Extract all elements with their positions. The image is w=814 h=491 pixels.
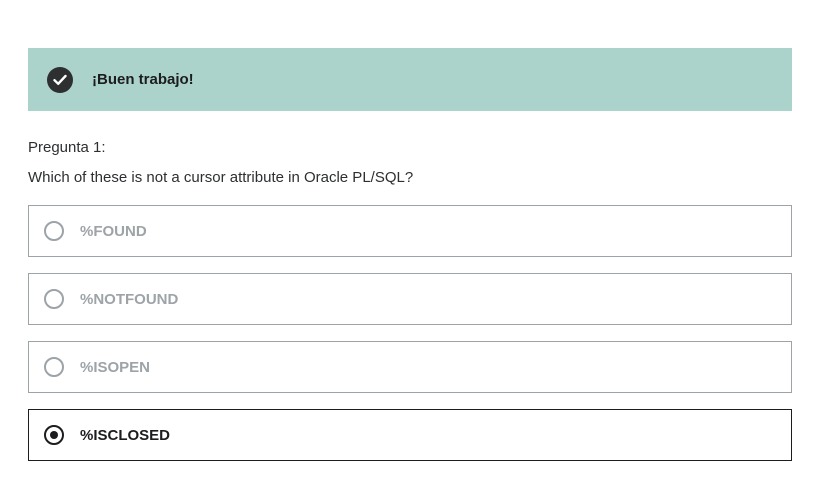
feedback-banner: ¡Buen trabajo! — [28, 48, 792, 111]
check-circle-icon — [47, 66, 73, 93]
answer-option-label: %ISOPEN — [80, 358, 151, 376]
radio-button[interactable] — [44, 289, 64, 309]
answer-option-label: %ISCLOSED — [80, 426, 171, 444]
radio-button[interactable] — [44, 357, 64, 377]
answer-option-label: %FOUND — [80, 222, 147, 240]
answer-option-notfound[interactable]: %NOTFOUND — [28, 273, 792, 325]
radio-selected-dot — [50, 431, 58, 439]
question-number: Pregunta 1: — [28, 139, 106, 156]
question-text: Which of these is not a cursor attribute… — [28, 169, 414, 186]
radio-button-selected[interactable] — [44, 425, 64, 445]
feedback-message: ¡Buen trabajo! — [92, 71, 194, 88]
answer-option-isopen[interactable]: %ISOPEN — [28, 341, 792, 393]
answer-option-label: %NOTFOUND — [80, 290, 179, 308]
answer-option-isclosed[interactable]: %ISCLOSED — [28, 409, 792, 461]
answer-option-found[interactable]: %FOUND — [28, 205, 792, 257]
radio-button[interactable] — [44, 221, 64, 241]
